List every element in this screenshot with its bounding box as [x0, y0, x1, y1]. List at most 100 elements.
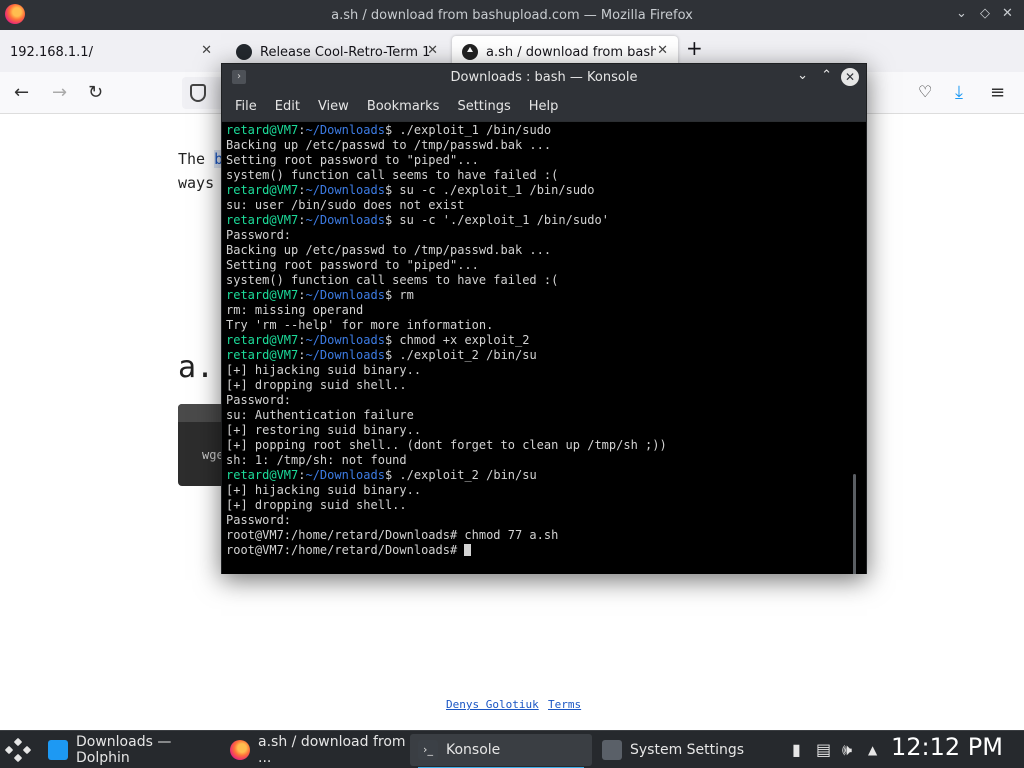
- shield-icon[interactable]: [190, 84, 206, 102]
- page-heading: a.: [178, 350, 215, 385]
- terminal-output-line: [+] dropping suid shell..: [226, 498, 407, 512]
- terminal-prompt-line: retard@VM7:~/Downloads$ rm: [226, 288, 414, 302]
- prompt-path: ~/Downloads: [305, 288, 385, 302]
- clock[interactable]: 12:12 PM: [891, 733, 1003, 761]
- prompt-user: retard@VM7: [226, 213, 299, 227]
- command-text: chmod +x exploit_2: [399, 333, 530, 347]
- close-icon[interactable]: ✕: [1002, 6, 1013, 21]
- task-konsole[interactable]: ›_ Konsole: [410, 734, 592, 768]
- page-paragraph: The b: [178, 150, 224, 168]
- github-icon: [236, 44, 252, 60]
- command-text: ./exploit_2 /bin/su: [399, 468, 537, 482]
- pocket-icon[interactable]: ♡: [918, 82, 932, 101]
- terminal-output-line: Try 'rm --help' for more information.: [226, 318, 494, 332]
- task-label: System Settings: [630, 742, 745, 758]
- footer-link-author[interactable]: Denys Golotiuk: [446, 698, 539, 711]
- downloads-icon[interactable]: ⤓: [955, 82, 963, 103]
- taskbar: Downloads — Dolphin a.sh / download from…: [0, 730, 1024, 768]
- terminal-output-line: [+] popping root shell.. (dont forget to…: [226, 438, 667, 452]
- terminal-output-line: [+] dropping suid shell..: [226, 378, 407, 392]
- footer-link-terms[interactable]: Terms: [548, 698, 581, 711]
- terminal-app-icon[interactable]: ›: [232, 70, 246, 84]
- konsole-window: › Downloads : bash — Konsole ⌄ ⌃ ✕ File …: [221, 63, 867, 574]
- tab-close-icon[interactable]: ✕: [427, 43, 438, 58]
- task-label: Downloads — Dolphin: [76, 734, 172, 766]
- command-text: rm: [399, 288, 414, 302]
- menu-edit[interactable]: Edit: [266, 99, 309, 114]
- menu-file[interactable]: File: [226, 99, 266, 114]
- new-tab-button[interactable]: +: [686, 36, 703, 60]
- app-launcher-icon[interactable]: [4, 737, 32, 763]
- terminal-prompt-line: retard@VM7:~/Downloads$ ./exploit_2 /bin…: [226, 348, 537, 362]
- command-text: ./exploit_1 /bin/sudo: [399, 123, 552, 137]
- minimize-icon[interactable]: ⌄: [956, 6, 967, 21]
- menu-settings[interactable]: Settings: [448, 99, 519, 114]
- command-text: su -c './exploit_1 /bin/sudo': [399, 213, 609, 227]
- terminal-output-line: system() function call seems to have fai…: [226, 273, 559, 287]
- terminal-output-line: su: user /bin/sudo does not exist: [226, 198, 465, 212]
- maximize-icon[interactable]: ◇: [980, 6, 990, 21]
- terminal-output-line: Setting root password to "piped"...: [226, 258, 479, 272]
- menu-help[interactable]: Help: [520, 99, 568, 114]
- terminal-lines: retard@VM7:~/Downloads$ ./exploit_1 /bin…: [226, 123, 667, 558]
- terminal-prompt-line: retard@VM7:~/Downloads$ su -c './exploit…: [226, 213, 609, 227]
- terminal-scrollbar[interactable]: [853, 474, 856, 574]
- maximize-icon[interactable]: ⌃: [821, 68, 832, 83]
- folder-icon: [48, 740, 68, 760]
- terminal-prompt-line: retard@VM7:~/Downloads$ ./exploit_1 /bin…: [226, 123, 552, 137]
- prompt-user: retard@VM7: [226, 183, 299, 197]
- prompt-user: retard@VM7: [226, 468, 299, 482]
- terminal-output-line: sh: 1: /tmp/sh: not found: [226, 453, 407, 467]
- menu-bookmarks[interactable]: Bookmarks: [358, 99, 449, 114]
- terminal-output-line: Password:: [226, 393, 292, 407]
- terminal-output-line: [+] hijacking suid binary..: [226, 363, 422, 377]
- terminal-output-line: Setting root password to "piped"...: [226, 153, 479, 167]
- terminal-prompt-line: retard@VM7:~/Downloads$ ./exploit_2 /bin…: [226, 468, 537, 482]
- task-system-settings[interactable]: System Settings: [594, 734, 776, 766]
- prompt-path: ~/Downloads: [305, 333, 385, 347]
- terminal-output-line: Password:: [226, 228, 292, 242]
- volume-icon[interactable]: 🕪: [842, 740, 852, 760]
- text-cursor: [464, 544, 472, 556]
- tab-label: Release Cool-Retro-Term 1: [260, 44, 430, 60]
- tab-router[interactable]: 192.168.1.1/ ✕: [0, 36, 222, 68]
- tray-expand-icon[interactable]: ▲: [868, 743, 877, 757]
- prompt-path: ~/Downloads: [305, 348, 385, 362]
- clipboard-icon[interactable]: ▤: [816, 740, 831, 759]
- terminal-output-line: [+] hijacking suid binary..: [226, 483, 422, 497]
- menu-icon[interactable]: ≡: [990, 82, 1005, 103]
- terminal-output-line: Password:: [226, 513, 292, 527]
- minimize-icon[interactable]: ⌄: [797, 68, 808, 83]
- task-dolphin[interactable]: Downloads — Dolphin: [40, 734, 220, 766]
- settings-icon: [602, 740, 622, 760]
- upload-cloud-icon: [462, 44, 478, 60]
- terminal-output-line: Backing up /etc/passwd to /tmp/passwd.ba…: [226, 243, 552, 257]
- close-icon[interactable]: ✕: [841, 68, 859, 86]
- konsole-window-title: Downloads : bash — Konsole: [450, 70, 638, 85]
- prompt-path: ~/Downloads: [305, 213, 385, 227]
- task-label: a.sh / download from ...: [258, 734, 406, 766]
- tab-close-icon[interactable]: ✕: [657, 43, 668, 58]
- paragraph-line: ways: [178, 174, 215, 192]
- prompt-path: ~/Downloads: [305, 123, 385, 137]
- terminal-output-line: Backing up /etc/passwd to /tmp/passwd.ba…: [226, 138, 552, 152]
- back-icon[interactable]: ←: [14, 82, 29, 103]
- task-label: Konsole: [446, 742, 501, 758]
- prompt-user: retard@VM7: [226, 333, 299, 347]
- konsole-titlebar: › Downloads : bash — Konsole ⌄ ⌃ ✕: [222, 64, 866, 91]
- prompt-user: retard@VM7: [226, 288, 299, 302]
- task-firefox[interactable]: a.sh / download from ...: [222, 734, 408, 766]
- tab-close-icon[interactable]: ✕: [201, 43, 212, 58]
- prompt-user: retard@VM7: [226, 123, 299, 137]
- battery-icon[interactable]: ▮: [792, 740, 801, 759]
- command-text: ./exploit_2 /bin/su: [399, 348, 537, 362]
- terminal-output-line: [+] restoring suid binary..: [226, 423, 422, 437]
- terminal-output[interactable]: retard@VM7:~/Downloads$ ./exploit_1 /bin…: [222, 122, 866, 574]
- forward-icon[interactable]: →: [52, 82, 67, 103]
- terminal-output-line: root@VM7:/home/retard/Downloads# chmod 7…: [226, 528, 559, 542]
- tab-label: 192.168.1.1/: [10, 44, 93, 60]
- firefox-titlebar: a.sh / download from bashupload.com — Mo…: [0, 0, 1024, 30]
- firefox-window-title: a.sh / download from bashupload.com — Mo…: [331, 7, 693, 23]
- reload-icon[interactable]: ↻: [88, 82, 103, 103]
- menu-view[interactable]: View: [309, 99, 358, 114]
